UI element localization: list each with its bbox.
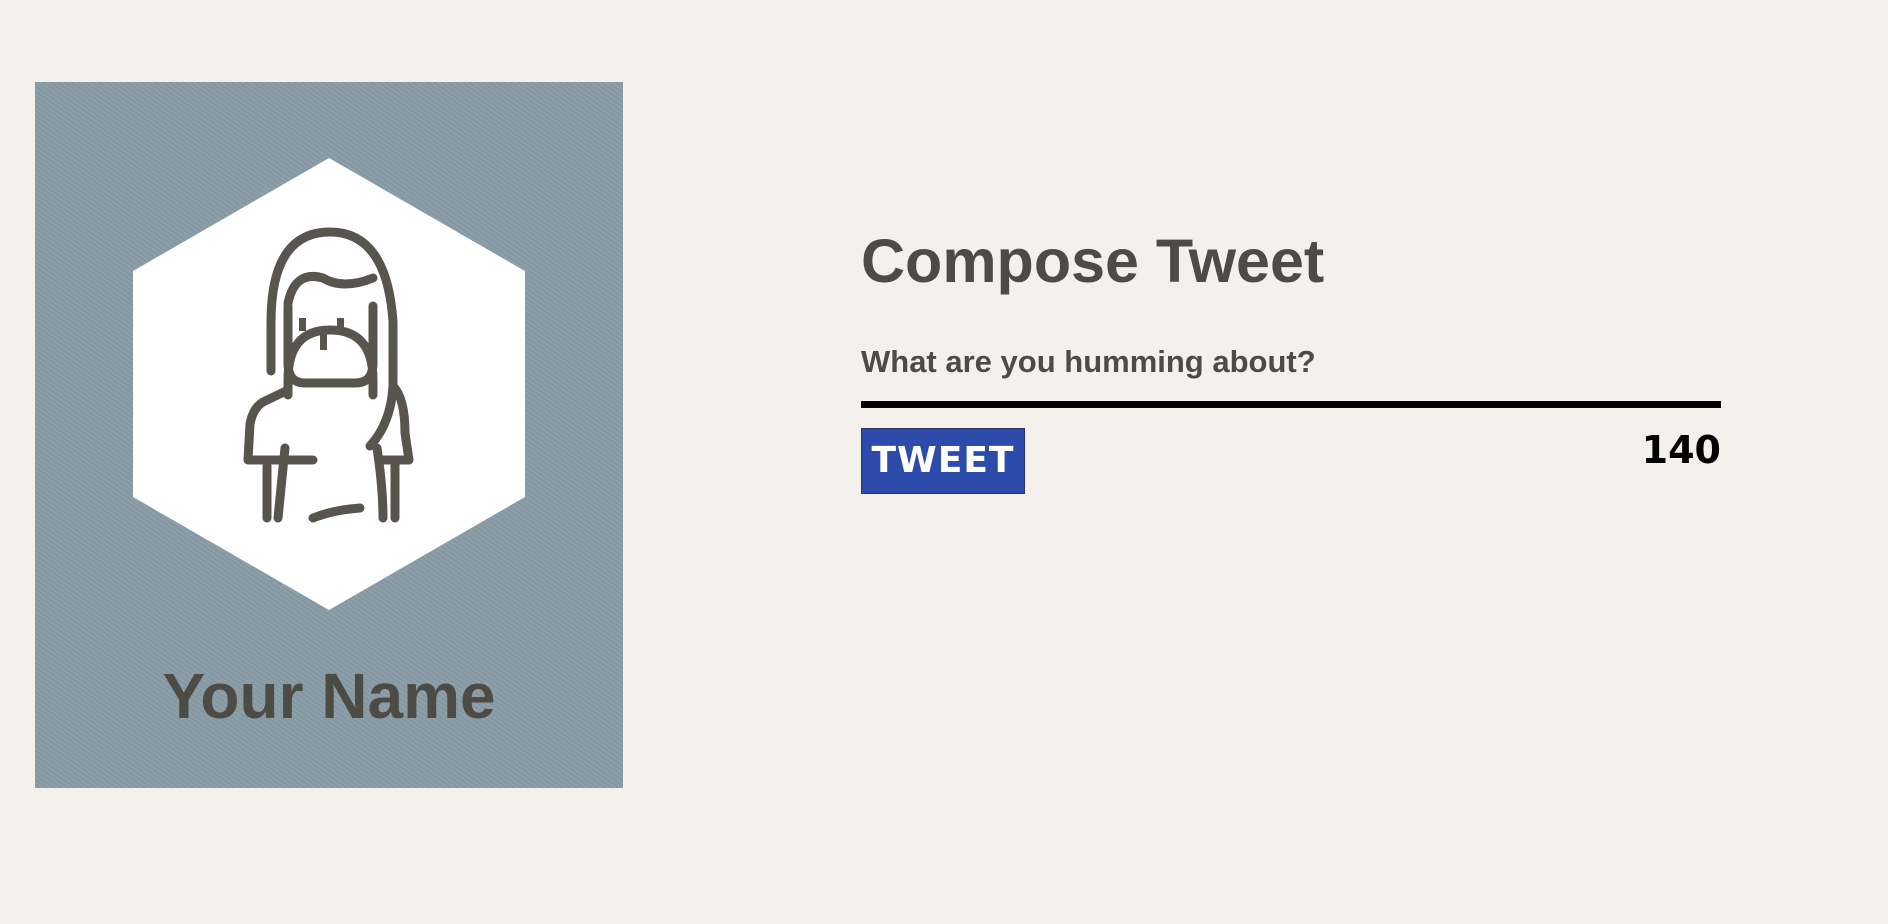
avatar bbox=[133, 158, 525, 610]
profile-card: Your Name bbox=[35, 82, 623, 788]
page: Your Name Compose Tweet TWEET 140 bbox=[0, 0, 1888, 924]
compose-title: Compose Tweet bbox=[861, 227, 1325, 295]
char-count: 140 bbox=[1641, 428, 1721, 472]
woman-avatar-icon bbox=[133, 158, 525, 610]
compose-footer: TWEET 140 bbox=[861, 428, 1721, 496]
profile-name: Your Name bbox=[162, 660, 496, 732]
tweet-button[interactable]: TWEET bbox=[861, 428, 1025, 494]
compose-panel: Compose Tweet TWEET 140 bbox=[861, 222, 1721, 496]
tweet-input[interactable] bbox=[861, 336, 1721, 408]
